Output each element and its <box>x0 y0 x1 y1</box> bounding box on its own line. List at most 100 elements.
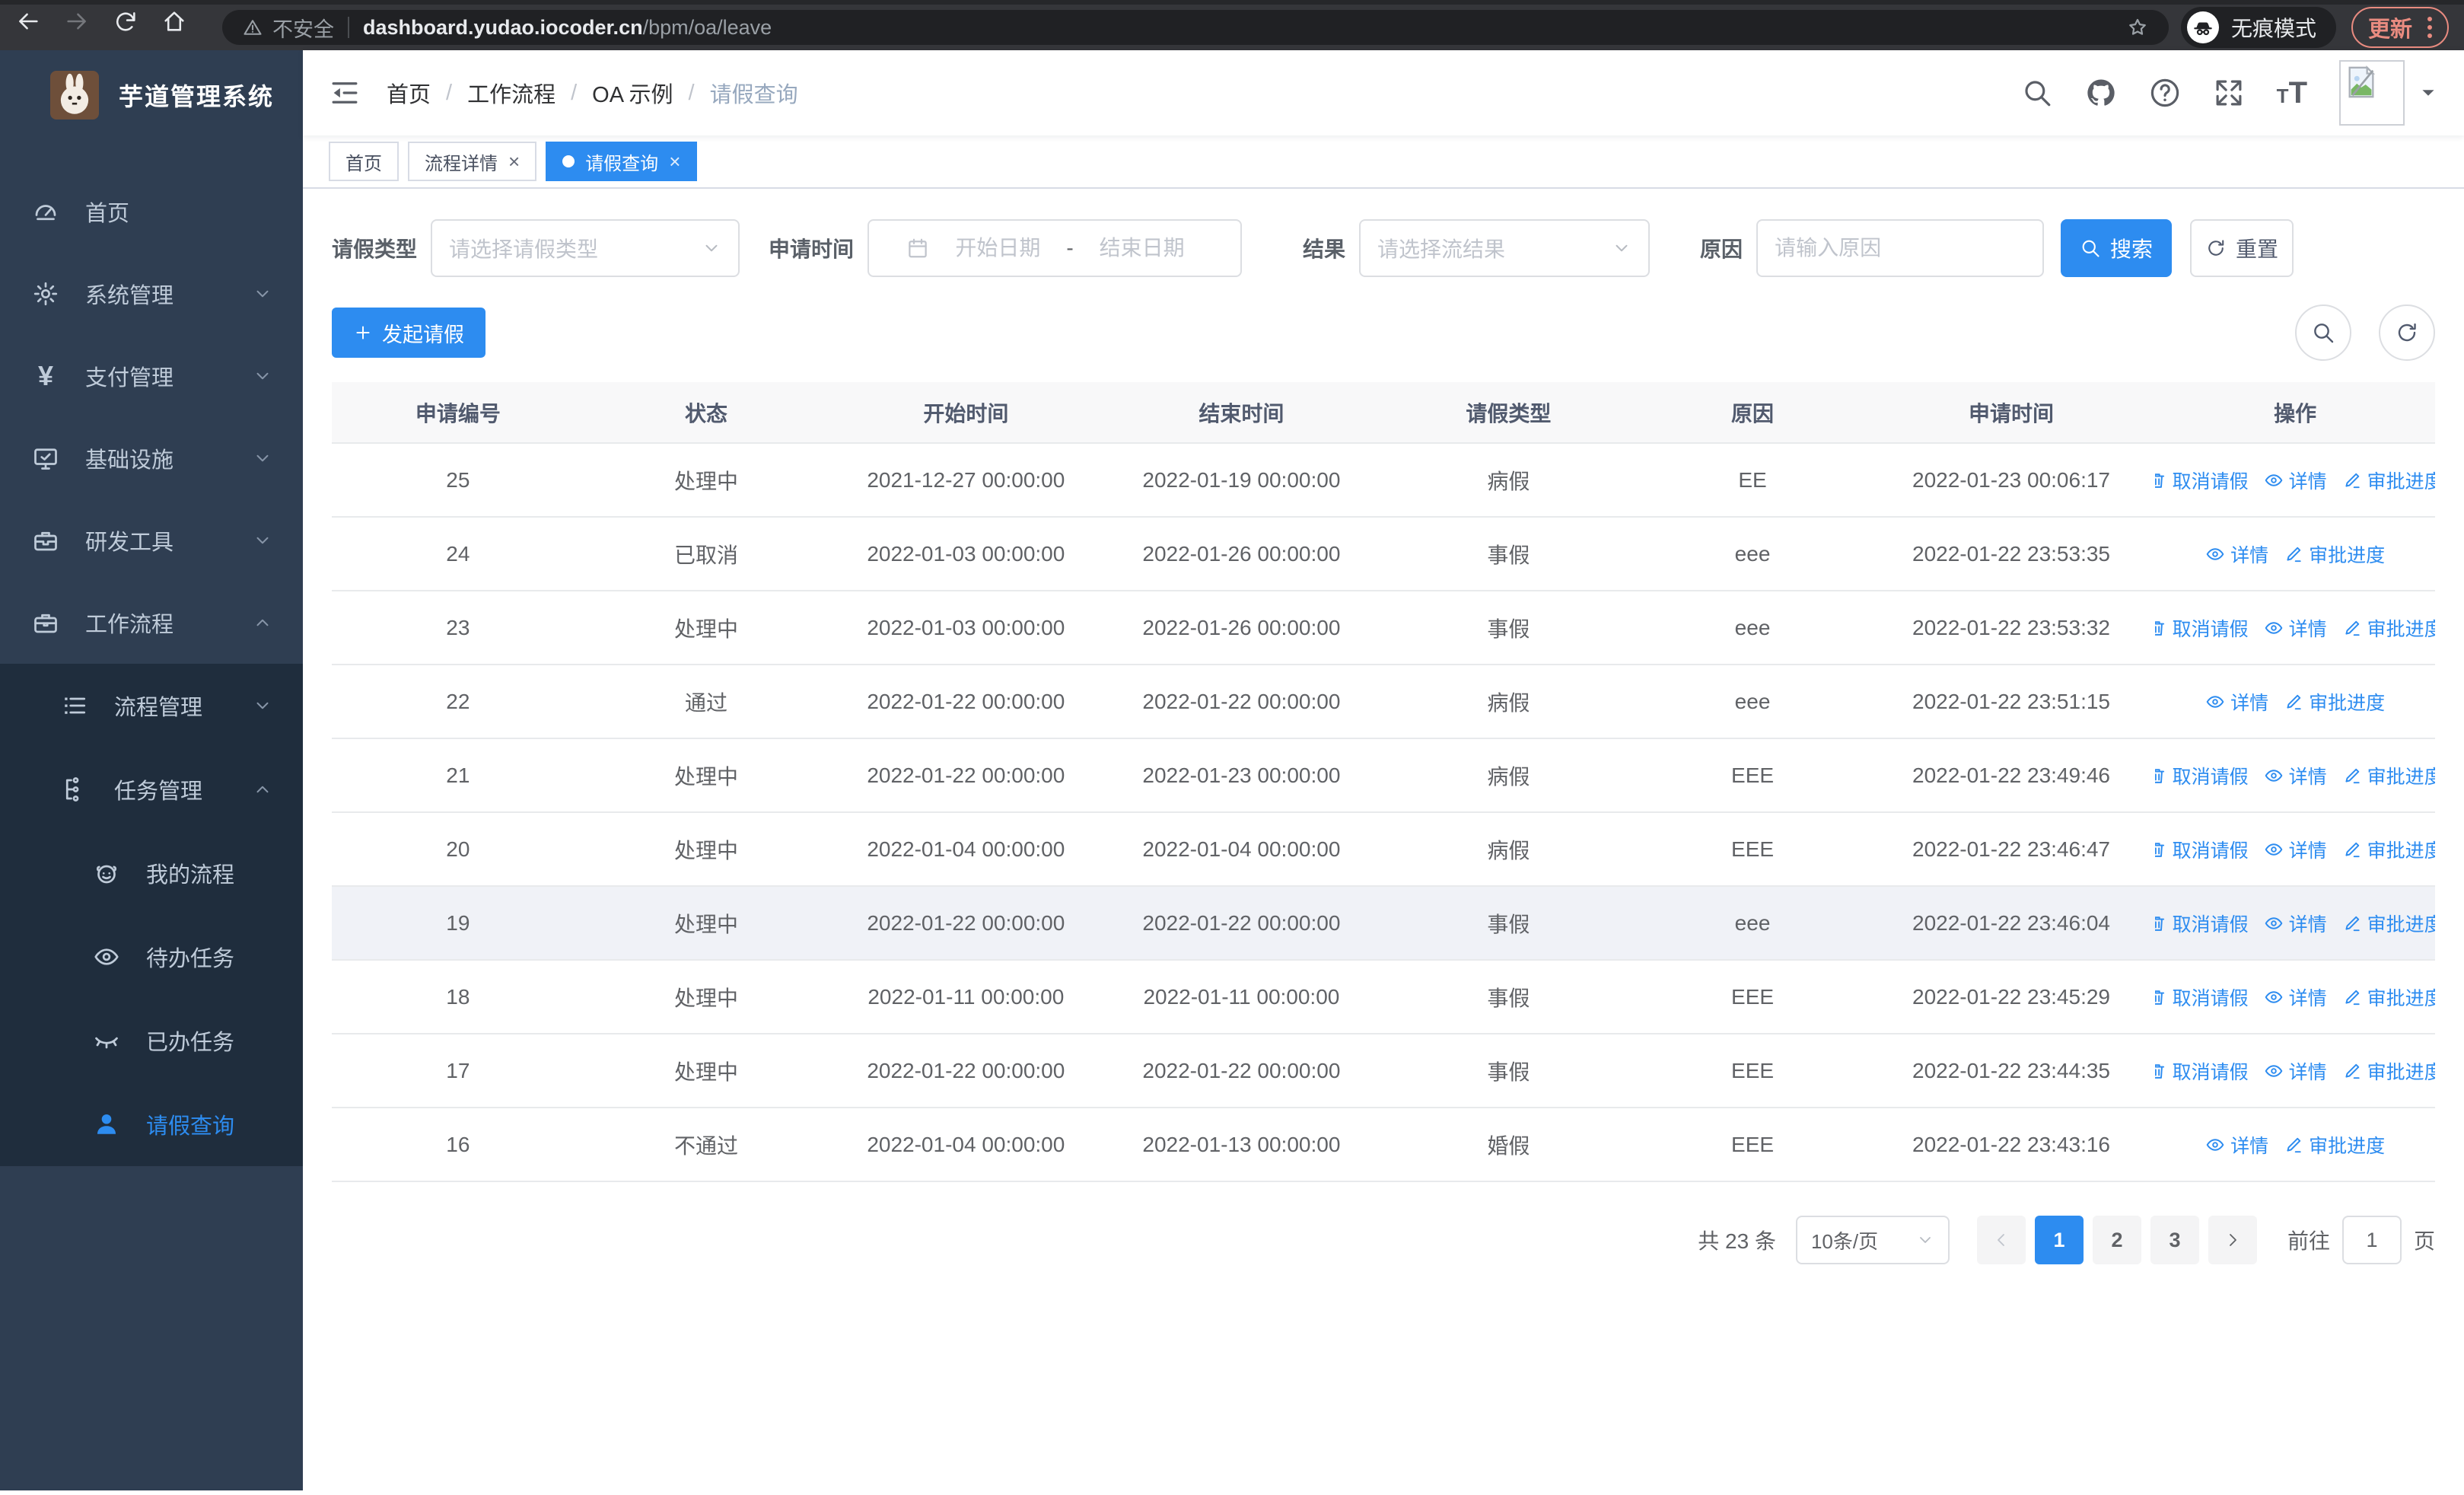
start-date-input[interactable] <box>937 236 1059 260</box>
progress-action-link[interactable]: 审批进度 <box>2342 614 2435 642</box>
reset-button[interactable]: 重置 <box>2190 219 2294 277</box>
reason-input[interactable] <box>1758 221 2043 276</box>
sidebar-item-home[interactable]: 首页 <box>0 171 303 253</box>
tab-流程详情[interactable]: 流程详情 × <box>408 142 537 181</box>
detail-action-link[interactable]: 详情 <box>2264 1057 2327 1085</box>
filter-form: 请假类型 请选择请假类型 申请时间 - 结果 请选择流结果 原因 <box>332 219 2435 277</box>
cancel-action-link[interactable]: 取消请假 <box>2155 1057 2249 1085</box>
sidebar-item-workflow[interactable]: 工作流程 <box>0 582 303 664</box>
cell-start-time: 2022-01-04 00:00:00 <box>828 1108 1104 1182</box>
bookmark-star-icon[interactable] <box>2126 16 2149 39</box>
github-icon[interactable] <box>2085 77 2117 109</box>
cancel-action-link[interactable]: 取消请假 <box>2155 762 2249 789</box>
cancel-action-link[interactable]: 取消请假 <box>2155 836 2249 863</box>
detail-action-link[interactable]: 详情 <box>2205 688 2268 716</box>
next-page-button[interactable] <box>2208 1216 2257 1264</box>
page-content: 请假类型 请选择请假类型 申请时间 - 结果 请选择流结果 原因 <box>303 189 2464 1490</box>
cell-leave-type: 事假 <box>1379 517 1638 591</box>
page-button-3[interactable]: 3 <box>2150 1216 2199 1264</box>
page-button-1[interactable]: 1 <box>2034 1216 2084 1264</box>
sidebar-item-done-tasks[interactable]: 已办任务 <box>0 999 303 1082</box>
fullscreen-icon[interactable] <box>2213 77 2245 109</box>
progress-action-link[interactable]: 审批进度 <box>2342 983 2435 1011</box>
result-select[interactable]: 请选择流结果 <box>1359 219 1651 277</box>
sidebar-item-task-mgmt[interactable]: 任务管理 <box>0 748 303 831</box>
detail-action-link[interactable]: 详情 <box>2264 762 2327 789</box>
progress-action-link[interactable]: 审批进度 <box>2342 762 2435 789</box>
refresh-table-button[interactable] <box>2379 304 2435 361</box>
tab-请假查询[interactable]: 请假查询 × <box>546 142 698 181</box>
home-icon[interactable] <box>161 8 199 46</box>
cell-end-time: 2022-01-22 00:00:00 <box>1103 886 1380 961</box>
tab-close-icon[interactable]: × <box>669 151 680 171</box>
sidebar-item-payment[interactable]: ¥ 支付管理 <box>0 335 303 417</box>
page-size-select[interactable]: 10条/页 <box>1795 1216 1950 1264</box>
search-icon[interactable] <box>2021 77 2053 109</box>
detail-action-link[interactable]: 详情 <box>2264 836 2327 863</box>
result-label: 结果 <box>1303 237 1346 261</box>
sidebar-item-my-process[interactable]: 我的流程 <box>0 831 303 915</box>
edit-icon <box>2284 692 2303 712</box>
avatar[interactable] <box>2339 60 2405 126</box>
update-button[interactable]: 更新 <box>2351 7 2449 48</box>
apply-time-range[interactable]: - <box>867 219 1243 277</box>
forward-icon[interactable] <box>64 8 102 46</box>
cell-status: 不通过 <box>584 1108 829 1182</box>
detail-action-link[interactable]: 详情 <box>2264 910 2327 937</box>
sidebar-item-devtools[interactable]: 研发工具 <box>0 499 303 582</box>
cell-id: 23 <box>332 591 584 665</box>
detail-action-link[interactable]: 详情 <box>2264 614 2327 642</box>
reload-icon[interactable] <box>113 8 151 46</box>
progress-action-link[interactable]: 审批进度 <box>2342 1057 2435 1085</box>
chevron-down-icon <box>253 366 272 386</box>
url-bar[interactable]: 不安全 dashboard.yudao.iocoder.cn/bpm/oa/le… <box>222 10 2169 45</box>
cancel-action-link[interactable]: 取消请假 <box>2155 614 2249 642</box>
breadcrumb-item[interactable]: 首页 <box>387 77 431 109</box>
show-search-button[interactable] <box>2295 304 2351 361</box>
back-icon[interactable] <box>15 8 53 46</box>
breadcrumb-item[interactable]: 工作流程 <box>467 77 556 109</box>
goto-page-input[interactable] <box>2341 1216 2402 1264</box>
progress-action-link[interactable]: 审批进度 <box>2342 836 2435 863</box>
progress-action-link[interactable]: 审批进度 <box>2342 467 2435 494</box>
table-header-row: 申请编号 状态 开始时间 结束时间 请假类型 原因 申请时间 操作 <box>332 382 2435 444</box>
end-date-input[interactable] <box>1081 236 1203 260</box>
cancel-action-link[interactable]: 取消请假 <box>2155 910 2249 937</box>
leave-type-select[interactable]: 请选择请假类型 <box>431 219 740 277</box>
table-row: 16 不通过 2022-01-04 00:00:00 2022-01-13 00:00… <box>332 1108 2435 1182</box>
progress-action-link[interactable]: 审批进度 <box>2284 688 2385 716</box>
browser-menu-icon[interactable] <box>2427 17 2432 38</box>
caret-down-icon[interactable] <box>2418 83 2438 103</box>
detail-action-link[interactable]: 详情 <box>2264 983 2327 1011</box>
detail-action-link[interactable]: 详情 <box>2205 1131 2268 1159</box>
help-icon[interactable] <box>2149 77 2181 109</box>
breadcrumb-item[interactable]: OA 示例 <box>592 77 673 109</box>
cancel-action-link[interactable]: 取消请假 <box>2155 983 2249 1011</box>
progress-action-link[interactable]: 审批进度 <box>2284 540 2385 568</box>
sidebar-item-process-mgmt[interactable]: 流程管理 <box>0 664 303 748</box>
tab-首页[interactable]: 首页 <box>329 142 399 181</box>
tab-close-icon[interactable]: × <box>508 151 520 171</box>
search-button[interactable]: 搜索 <box>2061 219 2173 277</box>
sidebar-item-system[interactable]: 系统管理 <box>0 253 303 335</box>
cell-actions: 取消请假详情审批进度 <box>2155 1034 2435 1108</box>
sidebar-toggle-icon[interactable] <box>329 77 361 109</box>
detail-action-link[interactable]: 详情 <box>2205 540 2268 568</box>
progress-action-link[interactable]: 审批进度 <box>2284 1131 2385 1159</box>
create-leave-button[interactable]: 发起请假 <box>332 308 485 358</box>
sidebar-item-todo-tasks[interactable]: 待办任务 <box>0 915 303 999</box>
sidebar-item-leave-query[interactable]: 请假查询 <box>0 1082 303 1166</box>
prev-page-button[interactable] <box>1976 1216 2026 1264</box>
page-button-2[interactable]: 2 <box>2092 1216 2141 1264</box>
trash-icon <box>2155 913 2166 933</box>
sidebar-item-infrastructure[interactable]: 基础设施 <box>0 417 303 499</box>
cell-actions: 详情 审批进度 <box>2155 665 2435 739</box>
cell-start-time: 2022-01-04 00:00:00 <box>828 812 1104 887</box>
user-menu[interactable] <box>2339 60 2438 126</box>
font-size-icon[interactable]: TT <box>2277 78 2307 108</box>
detail-action-link[interactable]: 详情 <box>2264 467 2327 494</box>
cell-id: 18 <box>332 960 584 1034</box>
cell-end-time: 2022-01-11 00:00:00 <box>1103 960 1380 1034</box>
cancel-action-link[interactable]: 取消请假 <box>2155 467 2249 494</box>
progress-action-link[interactable]: 审批进度 <box>2342 910 2435 937</box>
